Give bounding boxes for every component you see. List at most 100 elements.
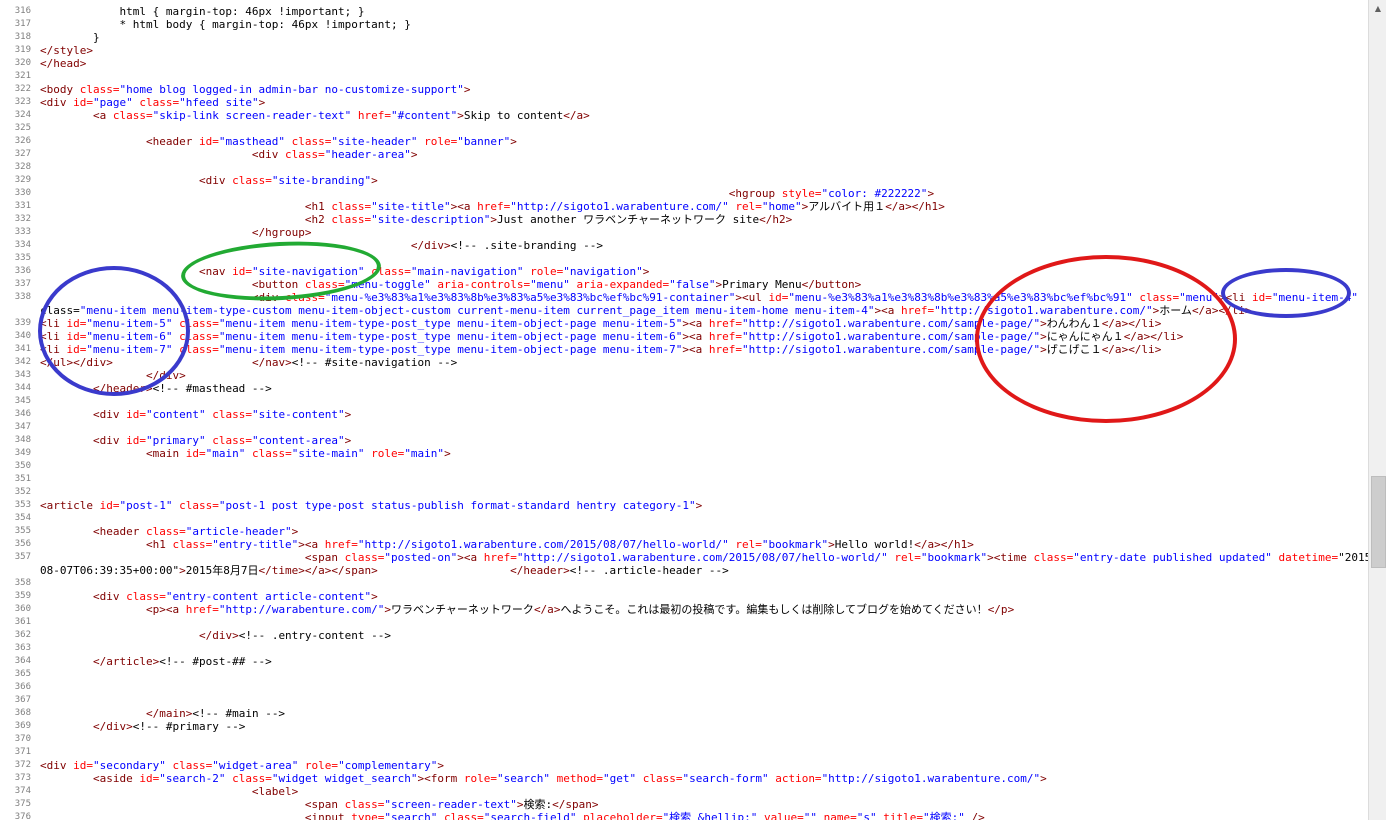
code-line: 371 [0,746,1368,759]
code-line: 358 [0,577,1368,590]
line-number: 362 [14,630,31,640]
line-number: 363 [14,643,31,653]
code-text: </hgroup> [251,226,312,239]
code-text: </main><!-- #main --> [145,707,286,720]
code-text: <label> [251,785,299,798]
line-number: 323 [14,97,31,107]
code-text: } [40,31,100,44]
code-text: <p><a href="http://warabenture.com/">ワラベ… [145,603,1015,616]
code-line: 360 <p><a href="http://warabenture.com/"… [0,603,1368,616]
line-number: 353 [14,500,31,510]
code-line: 333 </hgroup> [0,226,1368,239]
code-text: <hgroup style="color: #222222"> [728,187,935,200]
line-number: 355 [14,526,31,536]
blue-ellipse-menu-item-4 [1221,268,1351,318]
line-number: 358 [14,578,31,588]
code-line: 319 </style> [0,44,1368,57]
code-line: 331 <h1 class="site-title"><a href="http… [0,200,1368,213]
line-number: 357 [14,552,31,562]
line-number: 370 [14,734,31,744]
line-number: 376 [14,812,31,820]
code-line: 365 [0,668,1368,681]
line-number: 343 [14,370,31,380]
line-number: 340 [14,331,31,341]
code-text: <div class="header-area"> [251,148,418,161]
code-line: 363 [0,642,1368,655]
line-number: 365 [14,669,31,679]
line-number: 359 [14,591,31,601]
code-line: 369 </div><!-- #primary --> [0,720,1368,733]
code-line: 347 [0,421,1368,434]
code-line: 374 <label> [0,785,1368,798]
line-number: 366 [14,682,31,692]
line-number: 329 [14,175,31,185]
line-number: 374 [14,786,31,796]
code-line: 361 [0,616,1368,629]
code-line: 372 <div id="secondary" class="widget-are… [0,759,1368,772]
line-number: 348 [14,435,31,445]
code-text: <a class="skip-link screen-reader-text" … [92,109,590,122]
code-line: 317 * html body { margin-top: 46px !impo… [0,18,1368,31]
line-number: 321 [14,71,31,81]
line-number: 372 [14,760,31,770]
line-number: 324 [14,110,31,120]
code-line: 328 [0,161,1368,174]
line-number: 347 [14,422,31,432]
code-line: 364 </article><!-- #post-## --> [0,655,1368,668]
code-text: <input type="search" class="search-field… [304,811,985,820]
code-text: <main id="main" class="site-main" role="… [145,447,451,460]
code-line: 327 <div class="header-area"> [0,148,1368,161]
code-line: 373 <aside id="search-2" class="widget w… [0,772,1368,785]
vertical-scrollbar[interactable]: ▲ [1368,0,1386,820]
line-number: 322 [14,84,31,94]
code-text: <div class="site-branding"> [198,174,378,187]
code-line: 370 [0,733,1368,746]
code-text: 08-07T06:39:35+00:00">2015年8月7日</time></… [40,564,729,577]
code-text: <body class="home blog logged-in admin-b… [40,83,471,96]
up-arrow-icon[interactable]: ▲ [1369,0,1386,17]
line-number: 351 [14,474,31,484]
line-number: 337 [14,279,31,289]
code-line: 356 <h1 class="entry-title"><a href="htt… [0,538,1368,551]
code-line: 353 <article id="post-1" class="post-1 po… [0,499,1368,512]
line-number: 367 [14,695,31,705]
code-text: <h1 class="entry-title"><a href="http://… [145,538,974,551]
code-line: 354 [0,512,1368,525]
line-number: 350 [14,461,31,471]
line-number: 360 [14,604,31,614]
line-number: 364 [14,656,31,666]
code-line: 352 [0,486,1368,499]
blue-ellipse-left-menu-ids [38,266,190,396]
code-line: 334 </div><!-- .site-branding --> [0,239,1368,252]
line-number: 327 [14,149,31,159]
code-text: <h1 class="site-title"><a href="http://s… [304,200,945,213]
code-text: <span class="screen-reader-text">検索:</sp… [304,798,599,811]
line-number: 318 [14,32,31,42]
red-ellipse-menu-links [975,255,1237,423]
code-line: 324 <a class="skip-link screen-reader-te… [0,109,1368,122]
line-number: 341 [14,344,31,354]
code-text: <div id="secondary" class="widget-area" … [40,759,445,772]
line-number: 344 [14,383,31,393]
line-number: 334 [14,240,31,250]
line-number: 361 [14,617,31,627]
code-line: 348 <div id="primary" class="content-are… [0,434,1368,447]
code-text: <article id="post-1" class="post-1 post … [40,499,703,512]
code-line: 322 <body class="home blog logged-in admi… [0,83,1368,96]
code-line: 316 html { margin-top: 46px !important; … [0,5,1368,18]
line-number: 356 [14,539,31,549]
line-number: 354 [14,513,31,523]
code-line: 08-07T06:39:35+00:00">2015年8月7日</time></… [0,564,1368,577]
code-text: <aside id="search-2" class="widget widge… [92,772,1047,785]
code-line: 376 <input type="search" class="search-f… [0,811,1368,820]
line-number: 336 [14,266,31,276]
code-line: 366 [0,681,1368,694]
line-number: 317 [14,19,31,29]
code-text: </article><!-- #post-## --> [92,655,272,668]
line-number: 320 [14,58,31,68]
scrollbar-thumb[interactable] [1371,476,1386,568]
line-number: 330 [14,188,31,198]
code-line: 323 <div id="page" class="hfeed site"> [0,96,1368,109]
code-text: <header class="article-header"> [92,525,299,538]
code-line: 321 [0,70,1368,83]
